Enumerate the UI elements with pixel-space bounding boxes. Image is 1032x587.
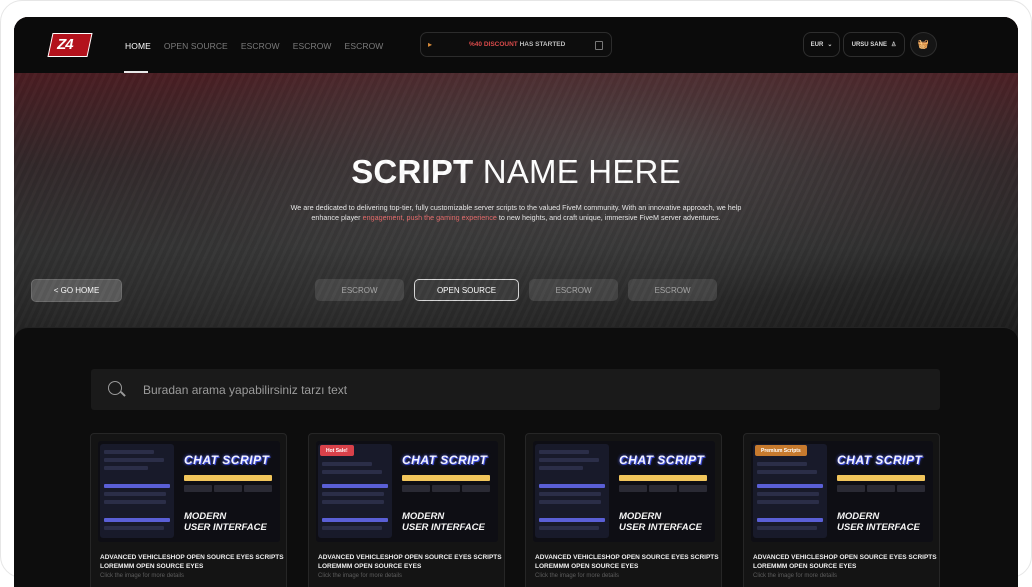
page-window: SCRIPT NAME HERE We are dedicated to del… [14,17,1018,587]
thumb-subtitle: MODERN USER INTERFACE [837,511,920,533]
copy-icon[interactable] [595,41,603,50]
thumb-title: CHAT SCRIPT [619,453,705,467]
top-navbar: Z4 HOME OPEN SOURCE ESCROW ESCROW ESCROW… [14,17,1018,73]
thumb-strip [619,475,707,481]
search-bar [91,369,940,410]
main-nav: HOME OPEN SOURCE ESCROW ESCROW ESCROW [125,41,383,51]
product-card[interactable]: Premium Scripts CHAT SCRIPT MODERN USER I… [743,433,940,587]
product-hint: Click the image for more details [753,573,838,579]
thumb-chips [402,485,490,492]
tab-escrow-2[interactable]: ESCROW [529,279,618,301]
hero-description: We are dedicated to delivering top-tier,… [290,203,742,222]
thumb-strip [402,475,490,481]
product-thumbnail[interactable]: CHAT SCRIPT MODERN USER INTERFACE [533,441,715,542]
product-card[interactable]: CHAT SCRIPT MODERN USER INTERFACE ADVANCE… [525,433,722,587]
nav-item-escrow-2[interactable]: ESCROW [293,41,332,51]
go-home-button[interactable]: < GO HOME [31,279,122,302]
nav-item-escrow-1[interactable]: ESCROW [241,41,280,51]
product-name: ADVANCED VEHICLESHOP OPEN SOURCE EYES SC… [753,554,937,570]
cart-icon[interactable]: 🧺 [910,32,937,57]
tag-icon: ▸ [428,40,433,49]
tab-escrow-1[interactable]: ESCROW [315,279,404,301]
product-name: ADVANCED VEHICLESHOP OPEN SOURCE EYES SC… [100,554,284,570]
page-title: SCRIPT NAME HERE [351,153,681,190]
tab-escrow-3[interactable]: ESCROW [628,279,717,301]
ui-preview-panel [753,444,827,538]
user-account-button[interactable]: URSU SANE ♙ [843,32,905,57]
search-icon [108,381,122,395]
currency-selector[interactable]: EUR ⌄ [803,32,840,57]
product-name: ADVANCED VEHICLESHOP OPEN SOURCE EYES SC… [535,554,719,570]
product-card[interactable]: Hot Sale! CHAT SCRIPT MODERN USER INTERFA… [308,433,505,587]
product-hint: Click the image for more details [535,573,620,579]
discount-text: %40 DISCOUNT HAS STARTED [469,41,566,48]
chevron-down-icon: ⌄ [827,42,833,48]
brand-logo[interactable]: Z4 [47,33,93,57]
thumb-title: CHAT SCRIPT [402,453,488,467]
search-input[interactable] [143,369,923,410]
thumb-title: CHAT SCRIPT [184,453,270,467]
nav-item-home[interactable]: HOME [125,41,151,51]
product-hint: Click the image for more details [318,573,403,579]
nav-item-escrow-3[interactable]: ESCROW [345,41,384,51]
tab-open-source[interactable]: OPEN SOURCE [414,279,519,301]
product-listing: CHAT SCRIPT MODERNUSER INTERFACE ADVANCE… [14,327,1018,587]
thumb-subtitle: MODERN USER INTERFACE [184,511,267,533]
thumb-chips [619,485,707,492]
product-card[interactable]: CHAT SCRIPT MODERN USER INTERFACE ADVANCE… [90,433,287,587]
thumb-chips [837,485,925,492]
thumb-title: CHAT SCRIPT [837,453,923,467]
ui-preview-panel [318,444,392,538]
thumb-subtitle: MODERN USER INTERFACE [402,511,485,533]
product-thumbnail[interactable]: Premium Scripts CHAT SCRIPT MODERN USER I… [751,441,933,542]
nav-active-indicator [124,71,148,73]
thumb-strip [837,475,925,481]
premium-badge: Premium Scripts [755,445,807,456]
ui-preview-panel [100,444,174,538]
user-icon: ♙ [890,42,897,48]
discount-banner[interactable]: ▸ %40 DISCOUNT HAS STARTED [420,32,612,57]
product-name: ADVANCED VEHICLESHOP OPEN SOURCE EYES SC… [318,554,502,570]
thumb-strip [184,475,272,481]
product-hint: Click the image for more details [100,573,185,579]
hot-sale-badge: Hot Sale! [320,445,354,456]
ui-preview-panel [535,444,609,538]
nav-item-open-source[interactable]: OPEN SOURCE [164,41,228,51]
thumb-chips [184,485,272,492]
product-thumbnail[interactable]: CHAT SCRIPT MODERN USER INTERFACE [98,441,280,542]
product-thumbnail[interactable]: Hot Sale! CHAT SCRIPT MODERN USER INTERFA… [316,441,498,542]
thumb-subtitle: MODERN USER INTERFACE [619,511,702,533]
